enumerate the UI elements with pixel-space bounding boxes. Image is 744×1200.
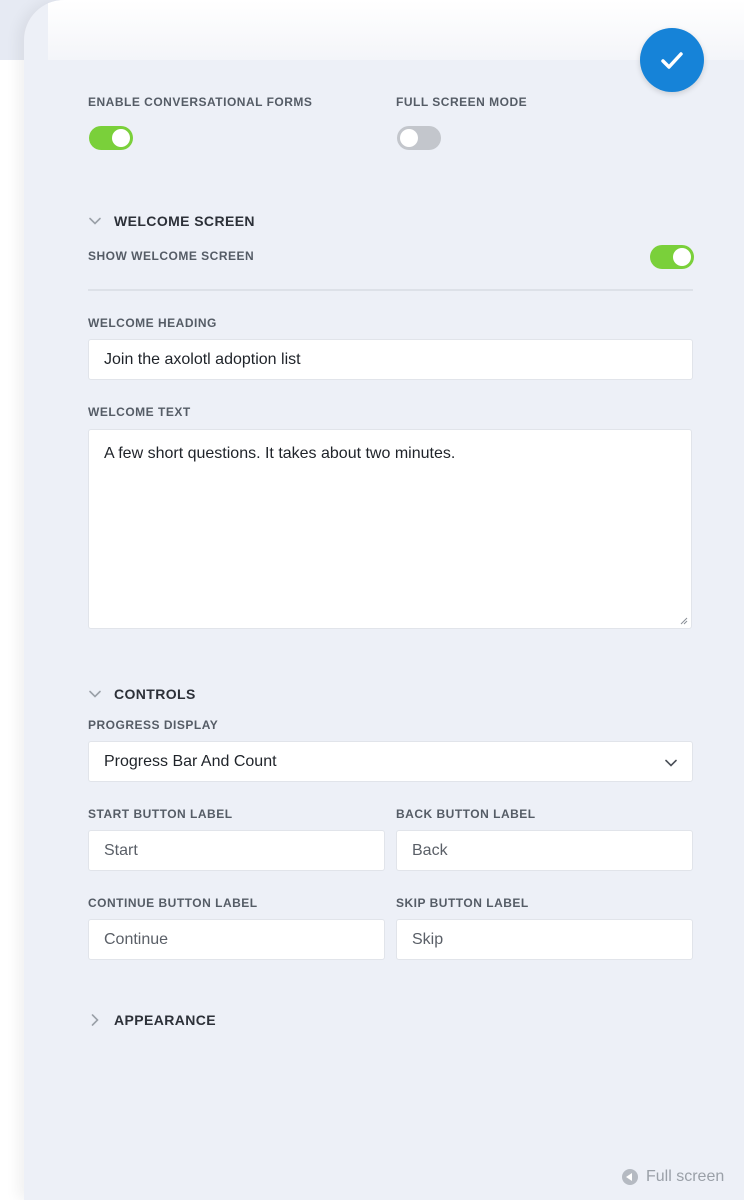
chevron-down-icon <box>89 217 101 225</box>
enable-conversational-label: ENABLE CONVERSATIONAL FORMS <box>88 95 313 109</box>
settings-panel: ENABLE CONVERSATIONAL FORMS FULL SCREEN … <box>24 0 744 1200</box>
fullscreen-link-label: Full screen <box>646 1168 725 1185</box>
caret-left-circle-icon <box>622 1169 638 1185</box>
controls-section-title: CONTROLS <box>114 686 196 702</box>
welcome-section-header[interactable]: WELCOME SCREEN <box>88 213 255 229</box>
back-button-label-input[interactable]: Back <box>396 830 693 871</box>
chevron-down-icon <box>665 759 677 767</box>
back-button-label-label: BACK BUTTON LABEL <box>396 807 536 821</box>
controls-section-header[interactable]: CONTROLS <box>88 686 196 702</box>
welcome-text-label: WELCOME TEXT <box>88 405 191 419</box>
save-button[interactable] <box>640 28 704 92</box>
skip-button-label-input[interactable]: Skip <box>396 919 693 960</box>
continue-button-label-input[interactable]: Continue <box>88 919 385 960</box>
fullscreen-mode-toggle[interactable] <box>397 126 441 150</box>
toggle-knob <box>400 129 418 147</box>
welcome-text-value: A few short questions. It takes about tw… <box>104 445 456 462</box>
show-welcome-label: SHOW WELCOME SCREEN <box>88 249 255 263</box>
enable-conversational-toggle[interactable] <box>89 126 133 150</box>
continue-button-label-label: CONTINUE BUTTON LABEL <box>88 896 258 910</box>
fullscreen-mode-label: FULL SCREEN MODE <box>396 95 528 109</box>
chevron-down-icon <box>89 690 101 698</box>
start-button-label-label: START BUTTON LABEL <box>88 807 233 821</box>
chevron-right-icon <box>91 1014 99 1026</box>
resize-grip-icon[interactable] <box>680 617 688 625</box>
checkmark-icon <box>661 52 683 69</box>
welcome-heading-label: WELCOME HEADING <box>88 316 217 330</box>
toggle-knob <box>673 248 691 266</box>
divider <box>88 289 693 291</box>
toggle-knob <box>112 129 130 147</box>
progress-display-label: PROGRESS DISPLAY <box>88 718 219 732</box>
appearance-section-title: APPEARANCE <box>114 1012 217 1028</box>
panel-header <box>48 0 744 60</box>
welcome-section-title: WELCOME SCREEN <box>114 213 255 229</box>
progress-display-value: Progress Bar And Count <box>104 752 277 770</box>
start-button-label-input[interactable]: Start <box>88 830 385 871</box>
fullscreen-link[interactable]: Full screen <box>622 1168 724 1186</box>
skip-button-label-label: SKIP BUTTON LABEL <box>396 896 529 910</box>
welcome-heading-input[interactable]: Join the axolotl adoption list <box>88 339 693 380</box>
progress-display-select[interactable]: Progress Bar And Count <box>88 741 693 782</box>
welcome-text-textarea[interactable]: A few short questions. It takes about tw… <box>88 429 692 629</box>
show-welcome-toggle[interactable] <box>650 245 694 269</box>
appearance-section-header[interactable]: APPEARANCE <box>88 1012 216 1028</box>
